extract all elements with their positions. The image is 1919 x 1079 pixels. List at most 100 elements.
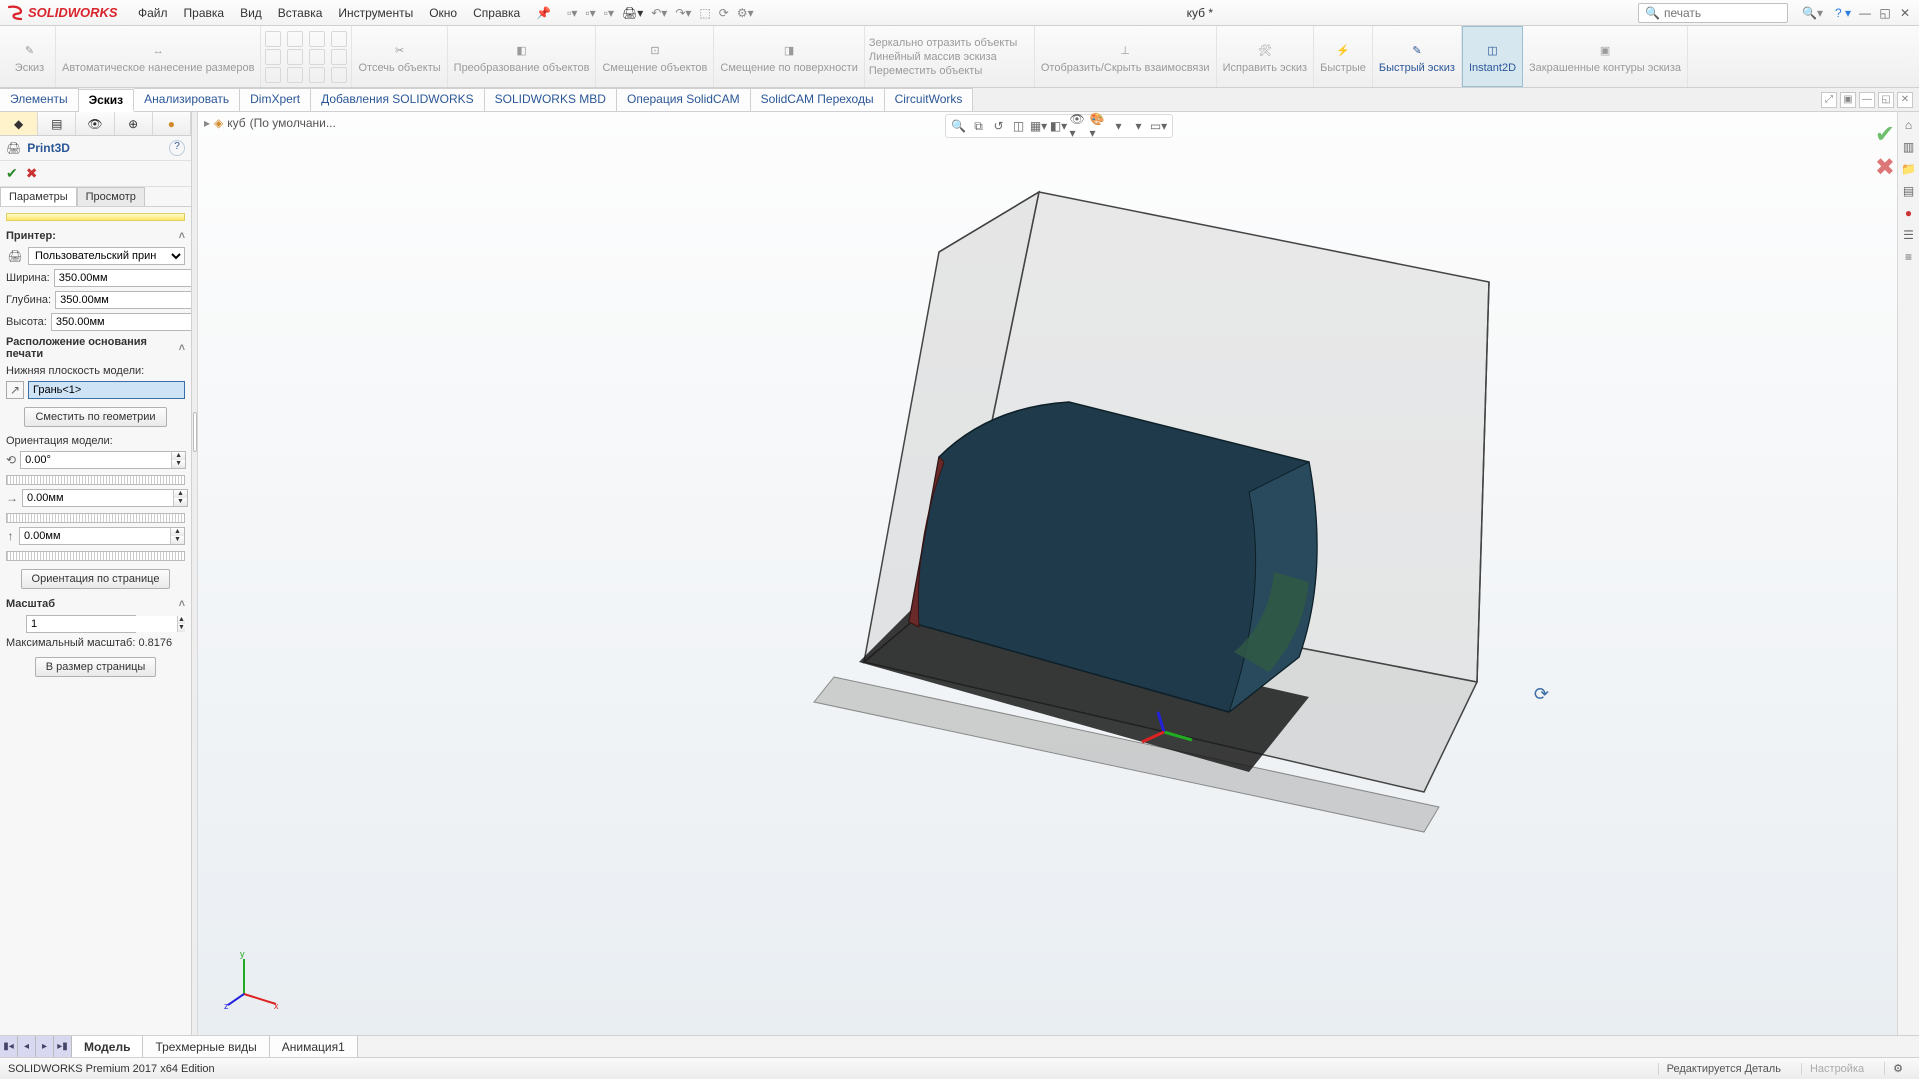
tab-sketch[interactable]: Эскиз (79, 89, 135, 112)
dx-down-icon[interactable]: ▼ (174, 498, 187, 506)
zoom-fit-icon[interactable]: 🔍 (950, 117, 968, 135)
height-input[interactable] (52, 314, 191, 330)
ribbon-convert[interactable]: ◧Преобразование объектов (448, 26, 597, 87)
depth-input[interactable] (56, 292, 191, 308)
pm-help-icon[interactable]: ? (169, 140, 185, 156)
pm-subtab-params[interactable]: Параметры (0, 187, 77, 206)
ribbon-repair[interactable]: 🛠Исправить эскиз (1217, 26, 1315, 87)
dy-down-icon[interactable]: ▼ (171, 536, 184, 544)
ribbon-trim[interactable]: ✂Отсечь объекты (352, 26, 447, 87)
dy-up-icon[interactable]: ▲ (171, 528, 184, 536)
tab-circuitworks[interactable]: CircuitWorks (885, 88, 974, 111)
view-triad[interactable]: y x z (224, 949, 284, 1009)
face-selection[interactable]: Грань<1> (28, 381, 185, 399)
pm-tab-display-icon[interactable]: 👁 (76, 112, 114, 135)
qa-redo-icon[interactable]: ↷▾ (673, 6, 693, 20)
help-dropdown-icon[interactable]: ? ▾ (1829, 6, 1857, 20)
ribbon-shaded[interactable]: ▣Закрашенные контуры эскиза (1523, 26, 1688, 87)
page-orientation-button[interactable]: Ориентация по странице (21, 569, 171, 589)
pm-tab-render-icon[interactable]: ● (153, 112, 191, 135)
scene-icon[interactable]: ▾ (1110, 117, 1128, 135)
section-view-icon[interactable]: ◫ (1010, 117, 1028, 135)
pm-subtab-preview[interactable]: Просмотр (77, 187, 145, 206)
doc-close-icon[interactable]: ✕ (1897, 92, 1913, 108)
taskpane-forum-icon[interactable]: ≡ (1900, 248, 1918, 266)
doc-expand-icon[interactable]: ⤢ (1821, 92, 1837, 108)
qa-rebuild-icon[interactable]: ⟳ (717, 6, 731, 20)
qa-undo-icon[interactable]: ↶▾ (649, 6, 669, 20)
ribbon-relations[interactable]: ⊥Отобразить/Скрыть взаимосвязи (1035, 26, 1217, 87)
bottom-tab-animation[interactable]: Анимация1 (270, 1036, 358, 1057)
section-scale[interactable]: Масштаб˄ (0, 595, 191, 613)
dy-input[interactable] (20, 528, 170, 544)
tab-nav-prev-icon[interactable]: ◂ (18, 1036, 36, 1057)
pm-tab-config-icon[interactable]: ▤ (38, 112, 76, 135)
restore-icon[interactable]: ◱ (1877, 6, 1893, 20)
status-gear-icon[interactable]: ⚙ (1884, 1062, 1911, 1075)
tab-nav-next-icon[interactable]: ▸ (36, 1036, 54, 1057)
dx-up-icon[interactable]: ▲ (174, 490, 187, 498)
breadcrumb-config[interactable]: (По умолчани... (250, 116, 336, 130)
ribbon-move[interactable]: Переместить объекты (869, 65, 1030, 77)
ribbon-quick[interactable]: ⚡Быстрые (1314, 26, 1373, 87)
fit-page-button[interactable]: В размер страницы (35, 657, 157, 677)
taskpane-explorer-icon[interactable]: ▤ (1900, 182, 1918, 200)
tab-solidcam-op[interactable]: Операция SolidCAM (617, 88, 751, 111)
close-icon[interactable]: ✕ (1897, 6, 1913, 20)
search-input[interactable] (1664, 6, 1774, 20)
qa-open-icon[interactable]: ▫▾ (583, 6, 597, 20)
tab-solidcam-tr[interactable]: SolidCAM Переходы (751, 88, 885, 111)
taskpane-appearance-icon[interactable]: ● (1900, 204, 1918, 222)
pm-tab-feature-icon[interactable]: ◆ (0, 112, 38, 135)
tab-nav-first-icon[interactable]: ▮◂ (0, 1036, 18, 1057)
dy-slider[interactable] (6, 551, 185, 561)
dx-slider[interactable] (6, 513, 185, 523)
taskpane-home-icon[interactable]: ⌂ (1900, 116, 1918, 134)
confirm-ok-icon[interactable]: ✔ (1875, 120, 1895, 149)
menu-view[interactable]: Вид (232, 6, 270, 20)
qa-print-icon[interactable]: 🖨▾ (620, 6, 645, 20)
menu-help[interactable]: Справка (465, 6, 528, 20)
status-customize[interactable]: Настройка (1801, 1063, 1872, 1075)
tab-addins[interactable]: Добавления SOLIDWORKS (311, 88, 485, 111)
doc-min-icon[interactable]: — (1859, 92, 1875, 108)
ribbon-offset[interactable]: ⊡Смещение объектов (596, 26, 714, 87)
doc-max-icon[interactable]: ◱ (1878, 92, 1894, 108)
prev-view-icon[interactable]: ↺ (990, 117, 1008, 135)
display-style-icon[interactable]: ◧▾ (1050, 117, 1068, 135)
angle-input[interactable] (21, 452, 171, 468)
menu-window[interactable]: Окно (421, 6, 465, 20)
render-icon[interactable]: ▾ (1130, 117, 1148, 135)
taskpane-library-icon[interactable]: 📁 (1900, 160, 1918, 178)
appearance-icon[interactable]: 🎨▾ (1090, 117, 1108, 135)
width-input[interactable] (55, 270, 191, 286)
taskpane-resources-icon[interactable]: ▥ (1900, 138, 1918, 156)
menu-file[interactable]: Файл (130, 6, 176, 20)
breadcrumb-part[interactable]: куб (227, 116, 245, 130)
angle-down-icon[interactable]: ▼ (172, 460, 185, 468)
taskpane-properties-icon[interactable]: ☰ (1900, 226, 1918, 244)
pm-ok-icon[interactable]: ✔ (6, 165, 18, 182)
select-face-icon[interactable]: ↗ (6, 381, 24, 399)
view-settings-icon[interactable]: ▭▾ (1150, 117, 1168, 135)
tab-analyze[interactable]: Анализировать (134, 88, 240, 111)
search-box[interactable]: 🔍 (1638, 3, 1788, 23)
scale-up-icon[interactable]: ▲ (178, 616, 185, 624)
menu-pin-icon[interactable]: 📌 (528, 6, 559, 20)
breadcrumb[interactable]: ▸ ◈ куб (По умолчани... (204, 116, 336, 130)
section-location[interactable]: Расположение основания печати˄ (0, 333, 191, 363)
ribbon-rapid-sketch[interactable]: ✎Быстрый эскиз (1373, 26, 1462, 87)
tab-elements[interactable]: Элементы (0, 88, 79, 111)
pm-tab-appearance-icon[interactable]: ⊕ (115, 112, 153, 135)
minimize-icon[interactable]: — (1857, 6, 1873, 20)
tab-mbd[interactable]: SOLIDWORKS MBD (485, 88, 617, 111)
pm-cancel-icon[interactable]: ✖ (26, 165, 38, 182)
tab-dimxpert[interactable]: DimXpert (240, 88, 311, 111)
scale-down-icon[interactable]: ▼ (178, 624, 185, 632)
search-dropdown-icon[interactable]: 🔍▾ (1796, 6, 1829, 20)
ribbon-mirror[interactable]: Зеркально отразить объекты (869, 37, 1030, 49)
ribbon-offset-surface[interactable]: ◨Смещение по поверхности (714, 26, 864, 87)
ribbon-sketch-entities[interactable] (261, 26, 352, 87)
menu-tools[interactable]: Инструменты (330, 6, 421, 20)
doc-tile-icon[interactable]: ▣ (1840, 92, 1856, 108)
